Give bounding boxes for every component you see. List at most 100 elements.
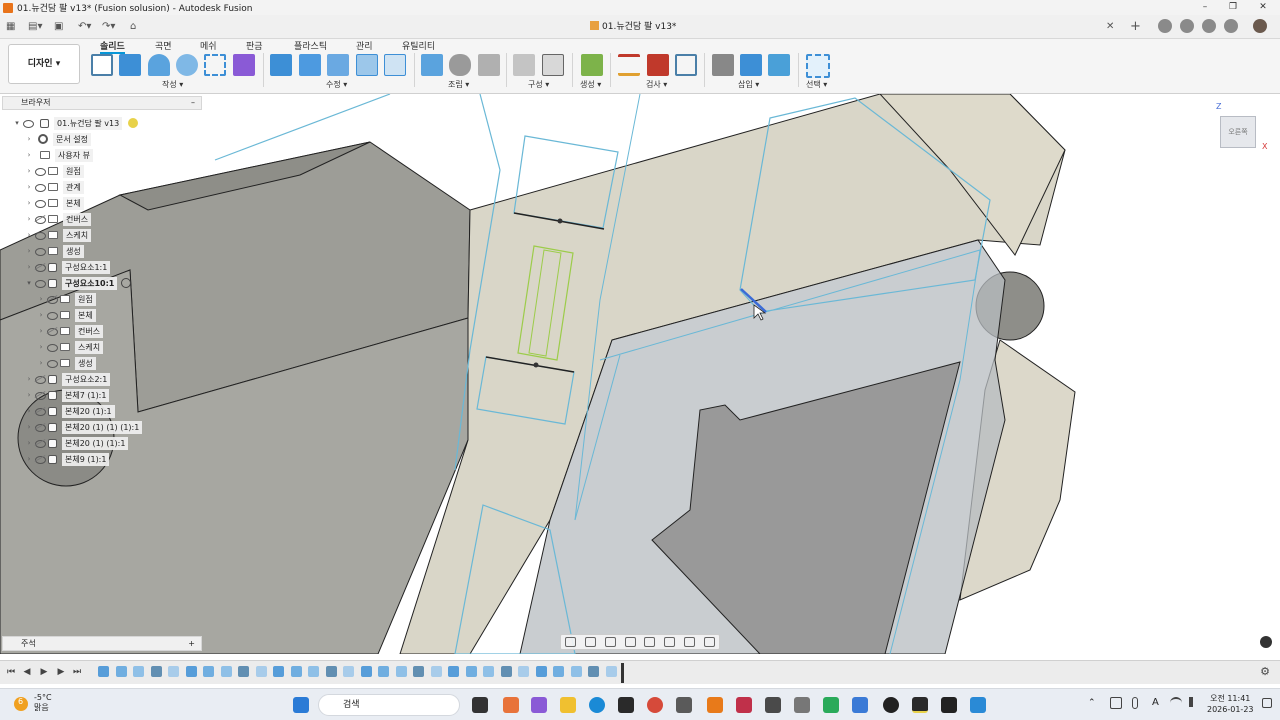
visibility-icon[interactable] [34,247,46,256]
expand-arrow-icon[interactable]: › [24,199,34,207]
insert-group-label[interactable]: 삽입 ▾ [738,79,759,90]
maximize-button[interactable]: ❐ [1218,0,1248,15]
file-menu-icon[interactable]: ▤▾ [28,19,42,35]
browser-collapse-button[interactable]: – [191,97,195,109]
timeline-feature-icon[interactable] [588,666,599,677]
browser-item[interactable]: › 본체20 (1) (1):1 [24,436,129,450]
viewport-fps-icon[interactable] [1260,636,1272,648]
select-icon[interactable] [806,54,830,78]
fillet-icon[interactable] [299,54,321,76]
timeline-feature-icon[interactable] [500,666,512,677]
browser-item[interactable]: › 문서 설정 [24,132,91,146]
browser-item[interactable]: › 사용자 뷰 [24,148,93,162]
timeline-feature-icon[interactable] [238,666,249,677]
browser-item[interactable]: › 생성 [36,356,96,370]
user-avatar[interactable] [1253,19,1267,33]
app-icon[interactable] [765,697,781,713]
timeline-marker[interactable] [621,663,624,683]
timeline-feature-icon[interactable] [570,666,582,677]
taskbar-search[interactable]: 검색 [318,694,460,716]
browser-item[interactable]: › 스케치 [24,228,92,242]
hidden-icon[interactable] [34,407,46,416]
expand-arrow-icon[interactable]: › [36,343,46,351]
timeline-feature-icon[interactable] [553,666,564,677]
timeline-feature-icon[interactable] [115,666,127,677]
hidden-icon[interactable] [34,263,46,272]
add-comment-button[interactable]: + [188,637,195,650]
visibility-icon[interactable] [22,119,34,128]
create-sketch-icon[interactable] [91,54,113,76]
browser-item[interactable]: › 구성요소1:1 [24,260,111,274]
expand-arrow-icon[interactable]: › [24,135,34,143]
app-icon[interactable] [736,697,752,713]
timeline-feature-icon[interactable] [133,666,144,677]
expand-arrow-icon[interactable]: › [24,151,34,159]
hidden-icon[interactable] [34,455,46,464]
joint-icon[interactable] [449,54,471,76]
viewports-icon[interactable] [703,637,715,647]
display-settings-icon[interactable] [664,637,676,647]
browser-item[interactable]: › 원점 [24,164,84,178]
extensions-icon[interactable] [1158,19,1172,33]
undo-icon[interactable]: ↶▾ [78,19,91,35]
browser-item[interactable]: › 본체 [24,196,84,210]
timeline-feature-icon[interactable] [395,666,407,677]
timeline-feature-icon[interactable] [535,666,547,677]
viewcube-face[interactable]: 오른쪽 [1220,116,1256,148]
step-forward-icon[interactable]: ▶ [56,667,66,677]
expand-arrow-icon[interactable]: › [24,455,34,463]
visibility-icon[interactable] [34,231,46,240]
timeline-feature-icon[interactable] [430,666,442,677]
browser-item[interactable]: › 본체9 (1):1 [24,452,110,466]
tab-mesh[interactable]: 메쉬 [200,39,217,52]
modify-group-label[interactable]: 수정 ▾ [326,79,347,90]
timeline-feature-icon[interactable] [168,666,179,677]
app-icon[interactable] [823,697,839,713]
pattern-icon[interactable] [204,54,226,76]
browser-item[interactable]: › 컨버스 [36,324,104,338]
timeline-feature-icon[interactable] [413,666,424,677]
as-built-joint-icon[interactable] [478,54,500,76]
timeline-feature-icon[interactable] [343,666,354,677]
new-tab-button[interactable]: + [1130,19,1141,35]
windows-start-icon[interactable] [293,697,309,713]
measure-icon[interactable] [618,54,640,76]
expand-arrow-icon[interactable]: › [36,327,46,335]
activate-radio-icon[interactable] [121,278,132,288]
create-group-label[interactable]: 작성 ▾ [162,79,183,90]
home-icon[interactable]: ⌂ [130,19,136,35]
tray-chevron-icon[interactable]: ⌃ [1088,698,1096,708]
shell-icon[interactable] [356,54,378,76]
timeline-feature-icon[interactable] [378,666,389,677]
expand-arrow-icon[interactable]: › [24,375,34,383]
go-to-end-icon[interactable]: ⏭ [72,667,82,677]
task-view-icon[interactable] [472,697,488,713]
expand-arrow-icon[interactable]: › [36,359,46,367]
combine-icon[interactable] [384,54,406,76]
timeline-feature-icon[interactable] [605,666,617,677]
expand-arrow-icon[interactable]: ▾ [12,119,22,127]
comments-panel[interactable]: 주석 + [2,636,202,651]
save-icon[interactable]: ▣ [54,19,63,35]
visibility-icon[interactable] [34,199,46,208]
workspace-switcher[interactable]: 디자인 ▾ [8,44,80,84]
timeline-feature-icon[interactable] [98,666,109,677]
copilot-icon[interactable] [531,697,547,713]
wifi-icon[interactable] [1170,697,1182,709]
timeline-feature-icon[interactable] [255,666,267,677]
insert-derive-icon[interactable] [712,54,734,76]
step-back-icon[interactable]: ◀ [22,667,32,677]
browser-item[interactable]: › 구성요소2:1 [24,372,111,386]
timeline-feature-icon[interactable] [518,666,529,677]
grid-settings-icon[interactable] [683,637,695,647]
browser-item-active-component[interactable]: ▾ 구성요소10:1 [24,276,132,290]
tab-manage[interactable]: 관리 [356,39,373,52]
visibility-icon[interactable] [46,359,58,368]
photos-icon[interactable] [970,697,986,713]
offset-plane-icon[interactable] [513,54,535,76]
expand-arrow-icon[interactable]: › [24,423,34,431]
job-status-icon[interactable] [1180,19,1194,33]
edge-icon[interactable] [589,697,605,713]
timeline-settings-icon[interactable]: ⚙ [1260,666,1270,677]
browser-item[interactable]: › 본체20 (1):1 [24,404,115,418]
